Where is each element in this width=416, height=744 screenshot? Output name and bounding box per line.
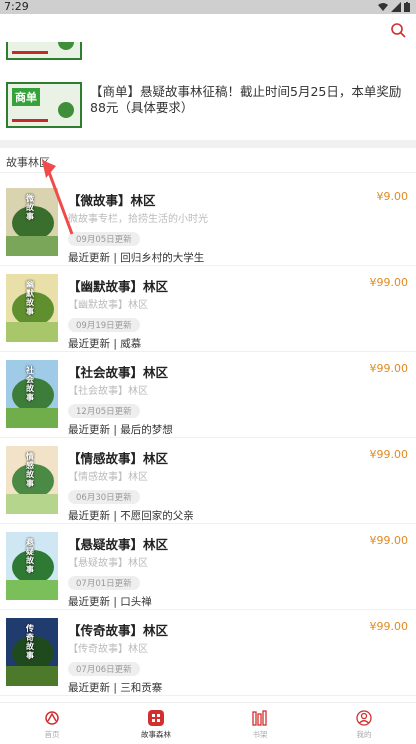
pointer-arrow-icon <box>42 160 74 235</box>
tab-label: 书架 <box>252 730 268 739</box>
item-title: 【微故事】林区 <box>68 193 156 208</box>
item-price: ¥9.00 <box>376 190 409 203</box>
latest-update: 最近更新 | 威慕 <box>68 338 142 350</box>
story-forest-item[interactable]: 情感故事 【情感故事】林区 ¥99.00 【情感故事】林区 06月30日更新 最… <box>0 438 416 524</box>
update-date-badge: 06月30日更新 <box>68 490 140 504</box>
banner-thumb-label: 商单 <box>12 88 40 106</box>
cover-title: 微故事 <box>26 194 34 221</box>
latest-update: 最近更新 | 最后的梦想 <box>68 424 173 436</box>
home-icon <box>43 709 61 727</box>
story-forest-item[interactable]: 传奇故事 【传奇故事】林区 ¥99.00 【传奇故事】林区 07月06日更新 最… <box>0 610 416 696</box>
tab-label: 首页 <box>44 730 60 739</box>
item-price: ¥99.00 <box>369 276 409 289</box>
latest-update: 最近更新 | 不愿回家的父亲 <box>68 510 194 522</box>
item-subtitle: 【悬疑故事】林区 <box>68 558 148 569</box>
cover-title: 传奇故事 <box>26 624 34 660</box>
status-time: 7:29 <box>4 0 29 13</box>
item-subtitle: 【幽默故事】林区 <box>68 300 148 311</box>
profile-icon <box>355 709 373 727</box>
item-subtitle: 【情感故事】林区 <box>68 472 148 483</box>
item-subtitle: 【传奇故事】林区 <box>68 644 148 655</box>
update-date-badge: 12月05日更新 <box>68 404 140 418</box>
announcement-banner[interactable]: 商单 【商单】悬疑故事林征稿！截止时间5月25日，本单奖励88元（具体要求） <box>0 78 416 138</box>
cover-title: 情感故事 <box>26 452 34 488</box>
battery-icon <box>404 2 410 12</box>
forest-icon <box>147 709 165 727</box>
item-title: 【社会故事】林区 <box>68 365 169 380</box>
cover-image: 传奇故事 <box>6 618 58 686</box>
story-forest-item[interactable]: 悬疑故事 【悬疑故事】林区 ¥99.00 【悬疑故事】林区 07月01日更新 最… <box>0 524 416 610</box>
tab-forest[interactable]: 故事森林 <box>104 703 208 744</box>
update-date-badge: 07月01日更新 <box>68 576 140 590</box>
tab-label: 我的 <box>356 730 372 739</box>
item-price: ¥99.00 <box>369 448 409 461</box>
previous-banner-thumbnail[interactable] <box>6 42 82 60</box>
divider <box>0 140 416 148</box>
item-subtitle: 微故事专栏，拾捞生活的小时光 <box>68 214 208 225</box>
cover-title: 悬疑故事 <box>26 538 34 574</box>
tab-profile[interactable]: 我的 <box>312 703 416 744</box>
search-icon[interactable] <box>390 22 406 38</box>
wifi-icon <box>378 3 388 11</box>
latest-update: 最近更新 | 三和贡寨 <box>68 682 163 694</box>
cover-image: 悬疑故事 <box>6 532 58 600</box>
item-price: ¥99.00 <box>369 362 409 375</box>
tree-icon <box>58 102 74 118</box>
tab-label: 故事森林 <box>141 730 171 739</box>
system-icons <box>378 2 410 12</box>
item-title: 【情感故事】林区 <box>68 451 169 466</box>
item-subtitle: 【社会故事】林区 <box>68 386 148 397</box>
tab-bookshelf[interactable]: 书架 <box>208 703 312 744</box>
cover-title: 幽默故事 <box>26 280 34 316</box>
item-title: 【幽默故事】林区 <box>68 279 169 294</box>
story-forest-item[interactable]: 幽默故事 【幽默故事】林区 ¥99.00 【幽默故事】林区 09月19日更新 最… <box>0 266 416 352</box>
tab-home[interactable]: 首页 <box>0 703 104 744</box>
signal-icon <box>391 2 401 12</box>
cover-title: 社会故事 <box>26 366 34 402</box>
latest-update: 最近更新 | 口头禅 <box>68 596 152 608</box>
item-price: ¥99.00 <box>369 534 409 547</box>
status-bar: 7:29 <box>0 0 416 14</box>
cover-image: 幽默故事 <box>6 274 58 342</box>
update-date-badge: 09月19日更新 <box>68 318 140 332</box>
latest-update: 最近更新 | 回归乡村的大学生 <box>68 252 205 264</box>
banner-thumbnail: 商单 <box>6 82 82 128</box>
story-forest-item[interactable]: 社会故事 【社会故事】林区 ¥99.00 【社会故事】林区 12月05日更新 最… <box>0 352 416 438</box>
item-title: 【传奇故事】林区 <box>68 623 169 638</box>
item-price: ¥99.00 <box>369 620 409 633</box>
bottom-tab-bar: 首页 故事森林 书架 我的 <box>0 702 416 744</box>
cover-image: 情感故事 <box>6 446 58 514</box>
bookshelf-icon <box>251 709 269 727</box>
banner-text: 【商单】悬疑故事林征稿！截止时间5月25日，本单奖励88元（具体要求） <box>90 84 402 115</box>
cover-image: 社会故事 <box>6 360 58 428</box>
item-title: 【悬疑故事】林区 <box>68 537 169 552</box>
update-date-badge: 07月06日更新 <box>68 662 140 676</box>
